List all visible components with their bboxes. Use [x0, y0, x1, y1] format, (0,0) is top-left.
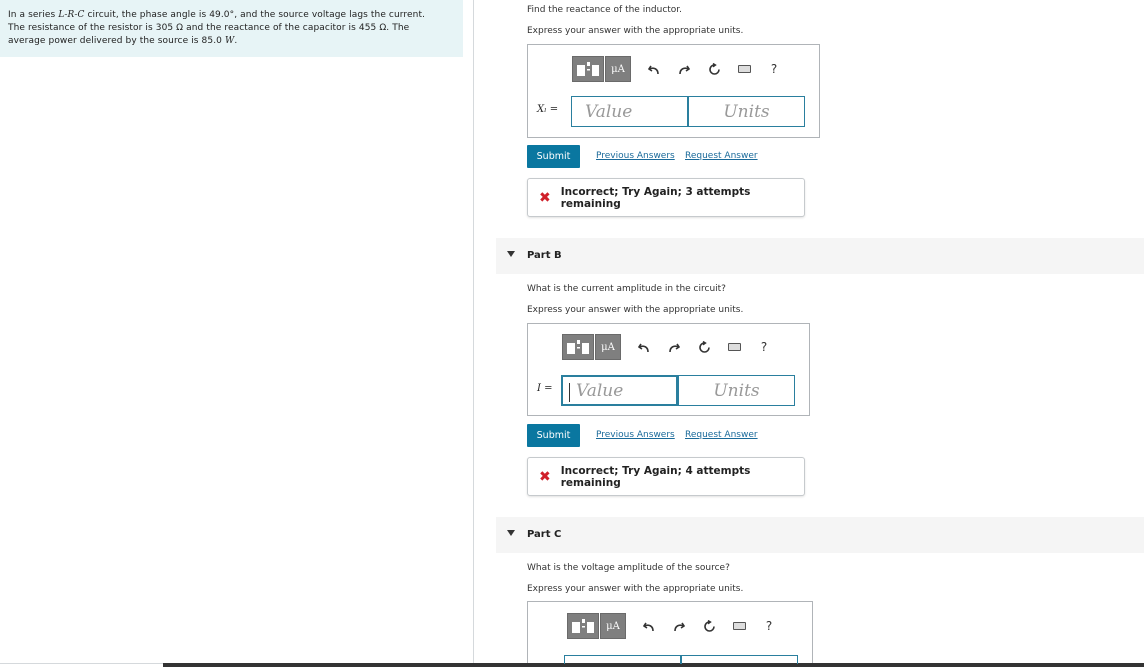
templates-icon[interactable] [562, 334, 594, 360]
units-icon[interactable]: μA [595, 334, 621, 360]
part-b-toolbar: μA ? [562, 334, 779, 360]
keyboard-icon[interactable] [724, 613, 754, 639]
problem-line-1: In a series L-R-C circuit, the phase ang… [8, 10, 426, 20]
part-b-previous-answers-link[interactable]: Previous Answers [596, 430, 675, 440]
undo-icon[interactable] [639, 56, 669, 82]
templates-icon[interactable] [572, 56, 604, 82]
part-c-header[interactable]: Part C [496, 517, 1144, 553]
part-b-header[interactable]: Part B [496, 238, 1144, 274]
part-a-variable-label: Xₗ = [537, 104, 559, 115]
part-a-units-input[interactable]: Units [688, 96, 805, 127]
problem-line-2: The resistance of the resistor is 305 Ω … [8, 23, 410, 33]
help-icon[interactable]: ? [749, 334, 779, 360]
part-b-variable-label: I = [537, 383, 553, 394]
bottom-divider [0, 663, 163, 664]
part-b-feedback-text: Incorrect; Try Again; 4 attempts remaini… [560, 464, 751, 489]
part-b-title: Part B [527, 250, 562, 261]
keyboard-icon[interactable] [729, 56, 759, 82]
reset-icon[interactable] [699, 56, 729, 82]
part-a-request-answer-link[interactable]: Request Answer [685, 151, 758, 161]
part-c-units-input[interactable] [681, 655, 798, 664]
part-a-answer-box: μA ? Xₗ = Value Units [527, 44, 820, 138]
redo-icon[interactable] [664, 613, 694, 639]
caret-down-icon[interactable] [507, 530, 515, 536]
part-a-instruction: Express your answer with the appropriate… [527, 26, 744, 36]
undo-icon[interactable] [634, 613, 664, 639]
part-c-instruction: Express your answer with the appropriate… [527, 584, 744, 594]
redo-icon[interactable] [659, 334, 689, 360]
part-c-toolbar: μA ? [567, 613, 784, 639]
undo-icon[interactable] [629, 334, 659, 360]
problem-line-3: average power delivered by the source is… [8, 36, 238, 46]
templates-icon[interactable] [567, 613, 599, 639]
part-a-question: Find the reactance of the inductor. [527, 5, 683, 15]
part-a-feedback-text: Incorrect; Try Again; 3 attempts remaini… [560, 185, 751, 210]
reset-icon[interactable] [689, 334, 719, 360]
part-a-value-input[interactable]: Value [571, 96, 688, 127]
column-divider [473, 0, 474, 667]
part-c-value-input[interactable] [564, 655, 681, 664]
caret-down-icon[interactable] [507, 251, 515, 257]
units-placeholder: Units [713, 380, 760, 401]
redo-icon[interactable] [669, 56, 699, 82]
part-c-question: What is the voltage amplitude of the sou… [527, 563, 730, 573]
reset-icon[interactable] [694, 613, 724, 639]
text-cursor [569, 383, 570, 402]
part-b-value-input[interactable]: Value [561, 375, 678, 406]
part-a-submit-button[interactable]: Submit [527, 145, 580, 168]
keyboard-icon[interactable] [719, 334, 749, 360]
help-icon[interactable]: ? [754, 613, 784, 639]
units-icon[interactable]: μA [600, 613, 626, 639]
part-b-submit-button[interactable]: Submit [527, 424, 580, 447]
problem-statement: In a series L-R-C circuit, the phase ang… [0, 0, 463, 57]
part-b-question: What is the current amplitude in the cir… [527, 284, 726, 294]
part-b-units-input[interactable]: Units [678, 375, 795, 406]
part-c-title: Part C [527, 529, 562, 540]
part-b-request-answer-link[interactable]: Request Answer [685, 430, 758, 440]
part-a-previous-answers-link[interactable]: Previous Answers [596, 151, 675, 161]
units-icon[interactable]: μA [605, 56, 631, 82]
x-mark-icon: ✖ [539, 189, 551, 206]
part-a-feedback: ✖ Incorrect; Try Again; 3 attempts remai… [527, 178, 805, 217]
help-icon[interactable]: ? [759, 56, 789, 82]
part-b-answer-box: μA ? I = Value Units [527, 323, 810, 416]
part-c-answer-box: μA ? [527, 601, 813, 664]
part-b-instruction: Express your answer with the appropriate… [527, 305, 744, 315]
x-mark-icon: ✖ [539, 468, 551, 485]
part-a-toolbar: μA ? [572, 56, 789, 82]
units-placeholder: Units [723, 101, 770, 122]
value-placeholder: Value [576, 380, 624, 401]
part-b-feedback: ✖ Incorrect; Try Again; 4 attempts remai… [527, 457, 805, 496]
value-placeholder: Value [585, 101, 633, 122]
